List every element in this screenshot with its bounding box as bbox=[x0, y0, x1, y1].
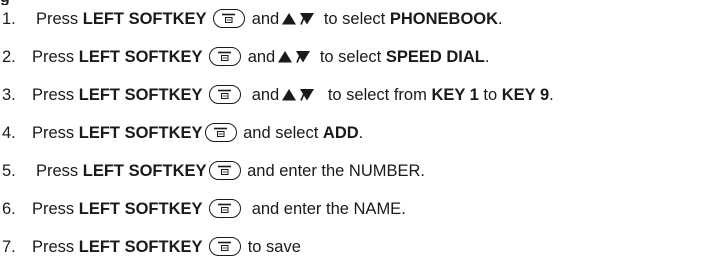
left-softkey-icon bbox=[208, 161, 241, 180]
step-keyword: LEFT SOFTKEY bbox=[78, 48, 203, 66]
step-text: and bbox=[247, 86, 280, 104]
step-text: Press bbox=[36, 10, 83, 28]
step-number: 1. bbox=[2, 10, 16, 28]
step-number: 6. bbox=[2, 200, 16, 218]
step-3: 3. Press LEFT SOFTKEY and to select from … bbox=[0, 83, 554, 107]
step-text: . bbox=[549, 86, 554, 104]
left-softkey-icon bbox=[209, 199, 242, 218]
step-text: to bbox=[478, 86, 502, 104]
left-softkey-icon bbox=[209, 47, 242, 66]
step-keyword: KEY 9 bbox=[501, 86, 550, 104]
step-text: to select from bbox=[323, 86, 432, 104]
step-keyword: LEFT SOFTKEY bbox=[82, 10, 207, 28]
step-text: to select bbox=[315, 48, 386, 66]
left-softkey-icon bbox=[204, 123, 237, 142]
step-keyword: LEFT SOFTKEY bbox=[78, 124, 203, 142]
instruction-document: g 1. Press LEFT SOFTKEY and to select PHO… bbox=[0, 0, 715, 269]
step-number: 3. bbox=[2, 86, 16, 104]
step-text: to save bbox=[243, 238, 301, 256]
up-down-arrows-icon bbox=[281, 84, 315, 108]
step-text: and bbox=[243, 48, 276, 66]
step-text: and select bbox=[238, 124, 323, 142]
step-text: and enter the NUMBER. bbox=[242, 162, 426, 180]
step-2: 2. Press LEFT SOFTKEY and to select SPEED… bbox=[0, 45, 489, 69]
step-text: . bbox=[484, 48, 490, 66]
step-text: and enter the NAME. bbox=[247, 200, 406, 218]
step-4: 4. Press LEFT SOFTKEY and select ADD. bbox=[0, 121, 363, 145]
step-keyword: SPEED DIAL bbox=[385, 48, 485, 66]
left-softkey-icon bbox=[209, 85, 242, 104]
step-text: Press bbox=[32, 86, 79, 104]
step-keyword: LEFT SOFTKEY bbox=[78, 238, 203, 256]
left-softkey-icon bbox=[213, 9, 246, 28]
step-keyword: LEFT SOFTKEY bbox=[78, 200, 203, 218]
step-text: Press bbox=[32, 124, 79, 142]
step-keyword: LEFT SOFTKEY bbox=[78, 86, 203, 104]
step-text: to select bbox=[319, 10, 390, 28]
step-keyword: LEFT SOFTKEY bbox=[82, 162, 207, 180]
up-down-arrows-icon bbox=[281, 8, 315, 32]
section-heading: g bbox=[0, 0, 10, 5]
step-text: Press bbox=[32, 48, 79, 66]
step-keyword: PHONEBOOK bbox=[389, 10, 499, 28]
step-text: Press bbox=[32, 238, 79, 256]
step-text: Press bbox=[36, 162, 83, 180]
step-1: 1. Press LEFT SOFTKEY and to select PHONE… bbox=[0, 7, 503, 31]
step-6: 6. Press LEFT SOFTKEY and enter the NAME. bbox=[0, 197, 406, 221]
step-keyword: ADD bbox=[322, 124, 359, 142]
step-text: Press bbox=[32, 200, 79, 218]
step-number: 7. bbox=[2, 238, 16, 256]
step-text: . bbox=[358, 124, 364, 142]
left-softkey-icon bbox=[209, 237, 242, 256]
step-text: and bbox=[247, 10, 280, 28]
step-number: 5. bbox=[2, 162, 16, 180]
step-7: 7. Press LEFT SOFTKEY to save bbox=[0, 235, 301, 259]
up-down-arrows-icon bbox=[277, 46, 311, 70]
step-5: 5. Press LEFT SOFTKEY and enter the NUMBE… bbox=[0, 159, 425, 183]
step-number: 2. bbox=[2, 48, 16, 66]
step-number: 4. bbox=[2, 124, 16, 142]
step-keyword: KEY 1 bbox=[431, 86, 479, 104]
step-text: . bbox=[498, 10, 503, 28]
